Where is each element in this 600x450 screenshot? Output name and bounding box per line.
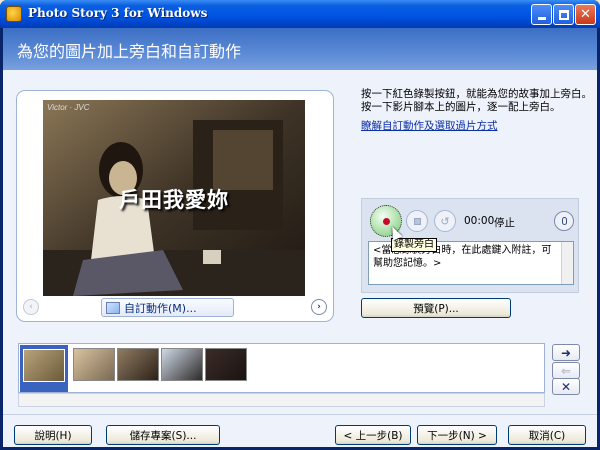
next-button[interactable]: 下一步(N) > <box>417 425 497 445</box>
move-left-button[interactable]: ⇐ <box>552 362 580 379</box>
filmstrip-scrollbar[interactable] <box>18 393 545 407</box>
stop-button[interactable] <box>406 210 428 232</box>
close-button[interactable]: ✕ <box>575 4 596 25</box>
record-tooltip: 錄製旁白 <box>391 238 437 252</box>
photo-preview: Victor · JVC 戶田我愛妳 <box>43 100 305 296</box>
maximize-button[interactable] <box>553 4 574 25</box>
cancel-button[interactable]: 取消(C) <box>508 425 586 445</box>
thumbnail[interactable] <box>161 348 203 381</box>
previous-photo-button[interactable]: ‹ <box>23 299 39 315</box>
thumbnail[interactable] <box>117 348 159 381</box>
arrow-left-icon: ⇐ <box>560 363 572 378</box>
maximize-icon <box>558 9 569 20</box>
thumbnail-selected[interactable] <box>20 345 68 392</box>
thumbnail-image <box>206 349 246 380</box>
app-icon <box>6 6 22 22</box>
record-status: 停止 <box>494 217 515 229</box>
next-photo-button[interactable]: › <box>311 299 327 315</box>
microphone-icon <box>561 217 567 225</box>
filmstrip <box>18 343 545 393</box>
thumbnail-image <box>23 349 65 382</box>
delete-icon: ✕ <box>560 379 572 394</box>
minimize-icon <box>537 17 546 20</box>
chevron-left-icon: ‹ <box>29 302 33 312</box>
record-time: 00:00 <box>464 215 495 227</box>
back-button[interactable]: < 上一步(B) <box>335 425 411 445</box>
undo-button[interactable]: ↺ <box>434 210 456 232</box>
record-icon <box>382 217 390 225</box>
preview-button[interactable]: 預覽(P)... <box>361 298 511 318</box>
photo-title-text: 戶田我愛妳 <box>119 188 229 212</box>
minimize-button[interactable] <box>531 4 552 25</box>
motion-icon <box>106 301 120 314</box>
window-title: Photo Story 3 for Windows <box>28 6 208 20</box>
save-project-button[interactable]: 儲存專案(S)... <box>106 425 220 445</box>
wizard-button-bar: 說明(H) 儲存專案(S)... < 上一步(B) 下一步(N) > 取消(C) <box>3 414 597 447</box>
notes-scrollbar[interactable] <box>561 242 573 284</box>
instructions-text: 按一下紅色錄製按鈕，就能為您的故事加上旁白。按一下影片腳本上的圖片，逐一配上旁白… <box>361 88 592 113</box>
preview-panel: Victor · JVC 戶田我愛妳 ‹ 自訂動作(M)... › <box>16 90 334 322</box>
page-title: 為您的圖片加上旁白和自訂動作 <box>17 42 242 61</box>
watermark: Victor · JVC <box>47 103 90 112</box>
page-header: 為您的圖片加上旁白和自訂動作 <box>3 28 597 70</box>
learn-motion-link[interactable]: 瞭解自訂動作及選取過片方式 <box>361 118 498 133</box>
help-button[interactable]: 說明(H) <box>14 425 92 445</box>
customize-motion-button[interactable]: 自訂動作(M)... <box>101 298 234 317</box>
customize-motion-label: 自訂動作(M)... <box>124 301 197 315</box>
delete-button[interactable]: ✕ <box>552 378 580 395</box>
chevron-right-icon: › <box>317 302 321 312</box>
thumbnail[interactable] <box>73 348 115 381</box>
arrow-right-icon: ➜ <box>560 345 572 360</box>
microphone-button[interactable] <box>554 211 574 231</box>
app-window: Photo Story 3 for Windows ✕ 為您的圖片加上旁白和自訂… <box>0 0 600 450</box>
thumbnail-image <box>118 349 158 380</box>
thumbnail[interactable] <box>205 348 247 381</box>
undo-icon: ↺ <box>440 214 450 228</box>
thumbnail-image <box>74 349 114 380</box>
thumbnail-image <box>162 349 202 380</box>
stop-icon <box>413 217 421 225</box>
move-right-button[interactable]: ➜ <box>552 344 580 361</box>
title-bar[interactable]: Photo Story 3 for Windows ✕ <box>0 0 600 28</box>
main-content: Victor · JVC 戶田我愛妳 ‹ 自訂動作(M)... › 按一下紅色錄… <box>3 70 597 447</box>
close-icon: ✕ <box>580 7 591 22</box>
